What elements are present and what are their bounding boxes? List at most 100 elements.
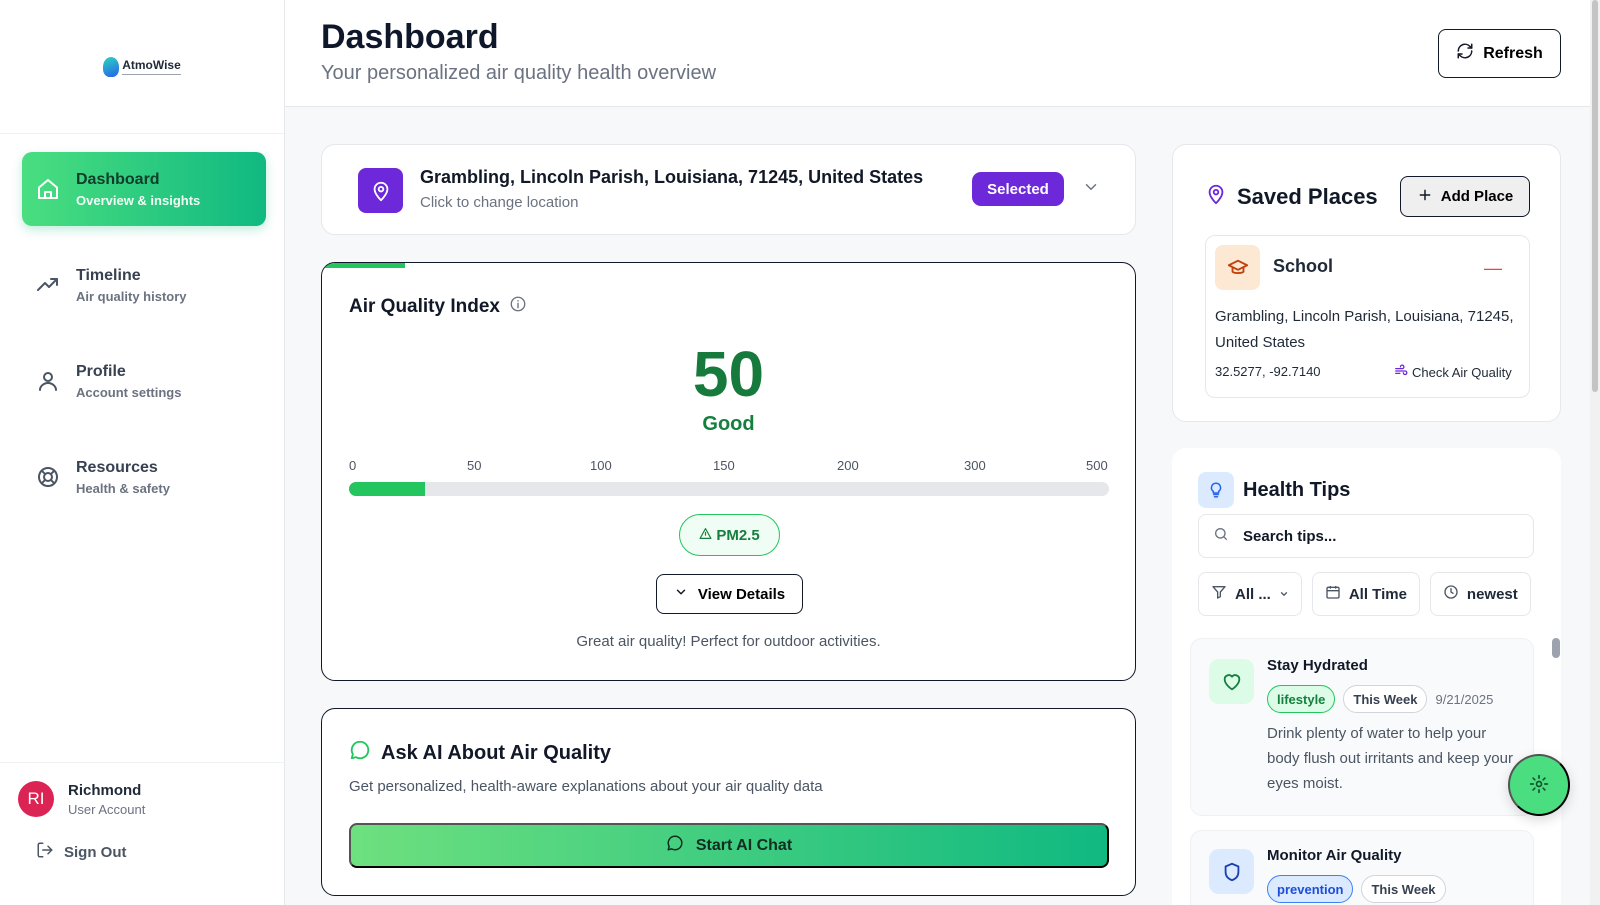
place-name: School <box>1273 256 1334 276</box>
sign-out-button[interactable]: Sign Out <box>0 817 285 863</box>
heart-icon <box>1209 659 1254 704</box>
scale-label: 150 <box>713 458 735 473</box>
sort-filter[interactable]: newest <box>1429 572 1531 616</box>
scale-label: 500 <box>1086 458 1108 473</box>
sidebar-item-dashboard[interactable]: Dashboard Overview & insights <box>22 152 266 226</box>
page-header: Dashboard Your personalized air quality … <box>285 0 1590 107</box>
user-name: Richmond <box>68 781 142 799</box>
saved-places-title: Saved Places <box>1205 183 1378 211</box>
chat-bubble-icon <box>666 834 684 857</box>
tips-scroll-thumb[interactable] <box>1552 638 1560 658</box>
view-details-label: View Details <box>697 585 786 603</box>
sidebar-item-label: Dashboard <box>76 170 160 188</box>
time-filter[interactable]: All Time <box>1311 572 1420 616</box>
health-tip-item[interactable]: Stay Hydrated lifestyle This Week 9/21/2… <box>1190 638 1534 816</box>
wind-icon <box>1394 364 1408 381</box>
location-subtitle: Click to change location <box>420 194 579 211</box>
remove-place-button[interactable]: — <box>1484 258 1502 279</box>
page-subtitle: Your personalized air quality health ove… <box>321 62 717 84</box>
gear-icon <box>1529 774 1549 797</box>
sidebar-item-profile[interactable]: Profile Account settings <box>22 344 266 418</box>
graduation-cap-icon <box>1215 245 1260 290</box>
tips-filters: All ... All Time newest <box>1198 572 1531 616</box>
shield-icon <box>1209 849 1254 894</box>
ask-ai-card: Ask AI About Air Quality Get personalize… <box>321 708 1136 896</box>
saved-places-card: Saved Places Add Place School — Gramblin… <box>1172 144 1561 422</box>
start-ai-chat-button[interactable]: Start AI Chat <box>349 823 1109 868</box>
tips-search-input[interactable]: Search tips... <box>1198 514 1534 558</box>
scale-label: 300 <box>964 458 986 473</box>
sidebar-item-label: Resources <box>76 458 158 476</box>
sidebar-item-label: Profile <box>76 362 126 380</box>
ai-title: Ask AI About Air Quality <box>349 739 611 767</box>
location-selector[interactable]: Grambling, Lincoln Parish, Louisiana, 71… <box>321 144 1136 235</box>
scale-label: 100 <box>590 458 612 473</box>
aqi-value: 50 <box>692 338 765 410</box>
chevron-down-icon <box>674 585 688 603</box>
saved-places-label: Saved Places <box>1237 184 1378 209</box>
tip-title: Stay Hydrated <box>1267 657 1368 674</box>
refresh-button[interactable]: Refresh <box>1438 29 1561 78</box>
sidebar-item-label: Timeline <box>76 266 141 284</box>
health-tips-panel: Health Tips Search tips... All ... All T… <box>1172 448 1561 905</box>
pollutant-badge: PM2.5 <box>679 514 780 556</box>
aqi-card: Air Quality Index 50 Good 0 50 100 150 2… <box>321 262 1136 681</box>
page-scroll-thumb[interactable] <box>1592 0 1598 392</box>
sidebar-item-sublabel: Account settings <box>76 384 182 400</box>
sidebar-item-timeline[interactable]: Timeline Air quality history <box>22 248 266 322</box>
health-tips-title: Health Tips <box>1198 472 1350 508</box>
chat-bubble-icon <box>349 739 371 767</box>
aqi-title: Air Quality Index <box>349 295 527 319</box>
sidebar: AtmoWise Dashboard Overview & insights T… <box>0 0 285 905</box>
logo-text: AtmoWise <box>122 58 181 75</box>
ai-subtitle: Get personalized, health-aware explanati… <box>349 778 823 795</box>
place-coordinates: 32.5277, -92.7140 <box>1215 364 1321 379</box>
aqi-progress-fill <box>349 482 425 496</box>
add-place-label: Add Place <box>1440 188 1514 205</box>
sign-out-label: Sign Out <box>64 843 127 861</box>
time-filter-label: All Time <box>1348 585 1407 603</box>
user-profile[interactable]: RI Richmond User Account <box>0 763 285 817</box>
avatar: RI <box>18 781 54 817</box>
calendar-icon <box>1325 584 1341 604</box>
user-role: User Account <box>68 801 146 817</box>
settings-fab-button[interactable] <box>1508 754 1570 816</box>
aqi-progress-track <box>349 482 1109 496</box>
pollutant-label: PM2.5 <box>716 526 760 544</box>
sidebar-item-resources[interactable]: Resources Health & safety <box>22 440 266 514</box>
user-icon <box>36 369 60 393</box>
view-details-button[interactable]: View Details <box>656 574 803 614</box>
aqi-message: Great air quality! Perfect for outdoor a… <box>576 633 881 650</box>
info-icon[interactable] <box>509 295 527 319</box>
tip-title: Monitor Air Quality <box>1267 847 1402 864</box>
selected-badge: Selected <box>972 172 1064 206</box>
page-scrollbar[interactable] <box>1590 0 1600 905</box>
search-icon <box>1213 526 1229 546</box>
sign-out-icon <box>36 841 54 863</box>
category-filter-label: All ... <box>1235 585 1271 603</box>
chevron-down-icon <box>1279 586 1289 603</box>
tip-tags: lifestyle This Week 9/21/2025 <box>1267 685 1493 713</box>
tip-category-tag: prevention <box>1267 875 1354 903</box>
logo-area: AtmoWise <box>0 0 284 134</box>
app-logo[interactable]: AtmoWise <box>103 56 181 77</box>
saved-place-item[interactable]: School — Grambling, Lincoln Parish, Loui… <box>1205 235 1530 398</box>
lifebuoy-icon <box>36 465 60 489</box>
lightbulb-icon <box>1198 472 1234 508</box>
category-filter[interactable]: All ... <box>1198 572 1302 616</box>
add-place-button[interactable]: Add Place <box>1400 176 1530 217</box>
tip-date: 9/21/2025 <box>1435 691 1494 707</box>
sidebar-item-sublabel: Overview & insights <box>76 192 201 208</box>
user-area: RI Richmond User Account Sign Out <box>0 762 285 905</box>
trend-icon <box>36 273 60 297</box>
check-air-quality-link[interactable]: Check Air Quality <box>1394 364 1512 381</box>
location-title: Grambling, Lincoln Parish, Louisiana, 71… <box>420 167 924 187</box>
tip-text: Drink plenty of water to help your body … <box>1267 725 1513 792</box>
search-placeholder: Search tips... <box>1243 527 1337 545</box>
health-tip-item[interactable]: Monitor Air Quality prevention This Week <box>1190 830 1534 905</box>
tip-tags: prevention This Week <box>1267 875 1446 903</box>
place-address: Grambling, Lincoln Parish, Louisiana, 71… <box>1215 308 1514 351</box>
clock-icon <box>1443 584 1459 604</box>
chevron-down-icon[interactable] <box>1082 178 1100 201</box>
aqi-category: Good <box>702 413 755 435</box>
